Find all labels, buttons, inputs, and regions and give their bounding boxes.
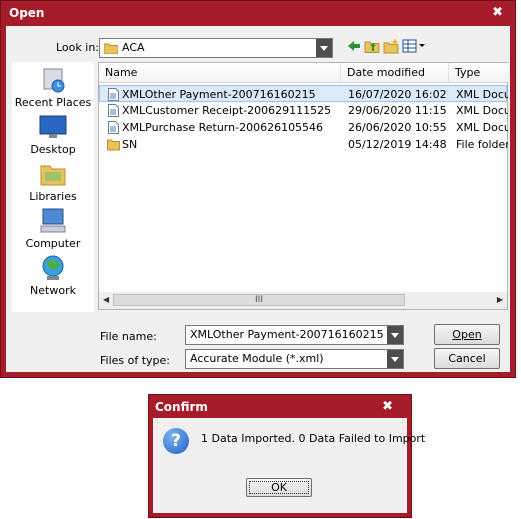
- file-type: XML Docum: [456, 121, 508, 134]
- horizontal-scrollbar[interactable]: ◀ III ▶: [99, 292, 507, 309]
- place-label: Desktop: [30, 143, 76, 156]
- confirm-dialog: Confirm ✖ ? 1 Data Imported. 0 Data Fail…: [148, 394, 425, 518]
- back-icon[interactable]: [346, 38, 362, 54]
- open-dialog-close-button[interactable]: ✖: [492, 5, 503, 20]
- file-row[interactable]: XMLPurchase Return-200626105546 26/06/20…: [99, 119, 508, 136]
- question-icon: ?: [163, 428, 189, 454]
- place-computer[interactable]: Computer: [12, 207, 94, 250]
- file-name-dropdown-button[interactable]: [387, 326, 403, 344]
- place-label: Libraries: [29, 190, 77, 203]
- file-type-label: Files of type:: [100, 354, 171, 367]
- xml-file-icon: [108, 88, 119, 101]
- recent-places-icon: [38, 66, 68, 94]
- network-icon: [38, 254, 68, 282]
- computer-icon: [38, 207, 68, 235]
- open-dialog-title: Open: [9, 6, 45, 20]
- cancel-button[interactable]: Cancel: [434, 348, 500, 369]
- open-dialog: Open ✖ Look in: ACA Recent Places Deskto…: [0, 0, 516, 378]
- place-label: Computer: [25, 237, 81, 250]
- file-name: XMLPurchase Return-200626105546: [122, 121, 324, 134]
- file-name: XMLOther Payment-200716160215: [122, 88, 316, 101]
- file-list[interactable]: Name Date modified Type XMLOther Payment…: [98, 62, 509, 310]
- places-bar: Recent Places Desktop Libraries Computer: [12, 62, 94, 312]
- open-button[interactable]: Open: [434, 324, 500, 345]
- look-in-combo[interactable]: ACA: [99, 38, 333, 58]
- file-type-value: Accurate Module (*.xml): [190, 352, 324, 365]
- libraries-icon: [38, 160, 68, 188]
- place-desktop[interactable]: Desktop: [12, 113, 94, 156]
- ok-button[interactable]: OK: [246, 478, 312, 497]
- file-row[interactable]: SN 05/12/2019 14:48 File folder: [99, 136, 508, 153]
- file-date: 16/07/2020 16:02: [348, 88, 447, 101]
- column-date-modified[interactable]: Date modified: [341, 63, 449, 82]
- file-date: 05/12/2019 14:48: [348, 138, 447, 151]
- file-date: 26/06/2020 10:55: [348, 121, 447, 134]
- place-label: Recent Places: [14, 96, 92, 109]
- desktop-icon: [38, 113, 68, 141]
- look-in-label: Look in:: [56, 41, 99, 54]
- file-date: 29/06/2020 11:15: [348, 104, 447, 117]
- file-type-dropdown-button[interactable]: [387, 350, 403, 368]
- file-list-header: Name Date modified Type: [99, 63, 509, 83]
- scroll-grip: III: [255, 295, 263, 305]
- file-name-value: XMLOther Payment-200716160215: [190, 328, 384, 341]
- place-label: Network: [30, 284, 76, 297]
- folder-icon: [107, 139, 120, 151]
- file-type: XML Docum: [456, 104, 508, 117]
- up-folder-icon[interactable]: [364, 38, 380, 54]
- confirm-dialog-client: ? 1 Data Imported. 0 Data Failed to Impo…: [153, 418, 425, 513]
- file-row[interactable]: XMLCustomer Receipt-200629111525 29/06/2…: [99, 102, 508, 119]
- file-name-label: File name:: [100, 330, 157, 343]
- place-libraries[interactable]: Libraries: [12, 160, 94, 203]
- file-type-select[interactable]: Accurate Module (*.xml): [185, 349, 404, 369]
- view-menu-icon[interactable]: [402, 38, 428, 54]
- look-in-dropdown-button[interactable]: [316, 39, 332, 57]
- file-name: SN: [122, 138, 138, 151]
- place-network[interactable]: Network: [12, 254, 94, 297]
- file-row[interactable]: XMLOther Payment-200716160215 16/07/2020…: [99, 85, 508, 102]
- scroll-left-icon[interactable]: ◀: [103, 295, 109, 304]
- xml-file-icon: [108, 121, 119, 134]
- confirm-dialog-close-button[interactable]: ✖: [382, 399, 393, 414]
- folder-icon: [104, 43, 118, 54]
- scroll-thumb[interactable]: III: [113, 294, 405, 306]
- scroll-right-icon[interactable]: ▶: [497, 295, 503, 304]
- xml-file-icon: [108, 104, 119, 117]
- look-in-value: ACA: [122, 41, 145, 54]
- confirm-dialog-title: Confirm: [155, 400, 208, 414]
- column-type[interactable]: Type: [449, 63, 509, 82]
- file-type: XML Docum: [456, 88, 508, 101]
- open-dialog-client: Look in: ACA Recent Places Desktop Libra…: [6, 26, 510, 372]
- file-name: XMLCustomer Receipt-200629111525: [122, 104, 332, 117]
- file-type: File folder: [456, 138, 508, 151]
- confirm-message: 1 Data Imported. 0 Data Failed to Import: [201, 432, 426, 445]
- place-recent-places[interactable]: Recent Places: [12, 66, 94, 109]
- new-folder-icon[interactable]: [383, 38, 399, 54]
- column-name[interactable]: Name: [99, 63, 341, 82]
- file-name-field[interactable]: XMLOther Payment-200716160215: [185, 325, 404, 345]
